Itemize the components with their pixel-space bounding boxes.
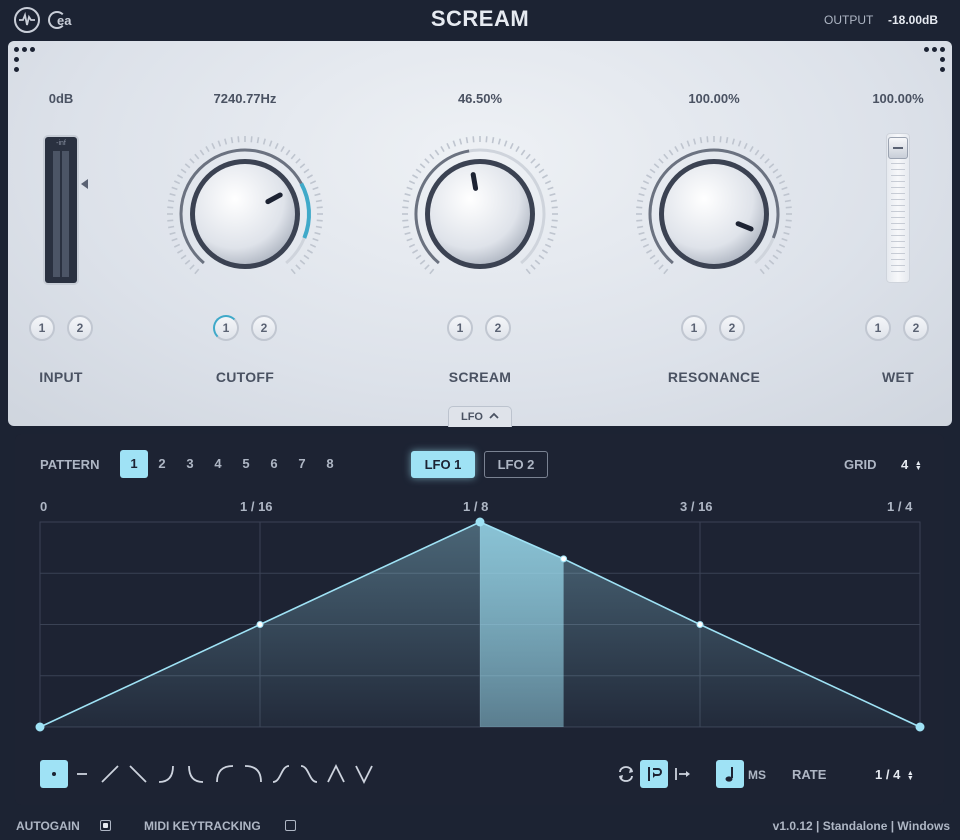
input-value: 0dB <box>48 91 74 106</box>
lfo-point[interactable] <box>475 517 485 527</box>
scream-value: 46.50% <box>457 91 503 106</box>
lfo-graph[interactable] <box>15 434 944 744</box>
knob-cap <box>664 164 764 264</box>
cutoff-value: 7240.77Hz <box>213 91 277 106</box>
resonance-lfo-assign: 1 2 <box>681 315 761 341</box>
input-label: INPUT <box>39 369 83 385</box>
midi-keytracking-checkbox[interactable] <box>285 820 296 831</box>
lfo-point[interactable] <box>915 722 925 732</box>
lfo-point[interactable] <box>35 722 45 732</box>
shape-point-icon[interactable] <box>40 760 68 788</box>
knob-pointer <box>470 172 479 191</box>
ms-toggle[interactable]: MS <box>748 768 766 782</box>
autogain-label: AUTOGAIN <box>16 819 80 833</box>
autogain-checkbox[interactable] <box>100 820 111 831</box>
chevron-up-icon <box>489 407 499 427</box>
shape-curve-up-1-icon[interactable] <box>153 760 181 788</box>
cutoff-knob[interactable] <box>165 134 325 294</box>
one-shot-mode-icon[interactable] <box>668 760 696 788</box>
corner-dots-icon <box>924 47 946 81</box>
scream-lfo1-button[interactable]: 1 <box>447 315 473 341</box>
resonance-lfo1-button[interactable]: 1 <box>681 315 707 341</box>
scream-lfo2-button[interactable]: 2 <box>485 315 511 341</box>
shape-triangle-up-icon[interactable] <box>322 760 350 788</box>
shape-flat-icon[interactable] <box>68 760 96 788</box>
up-down-arrows-icon: ▲ ▼ <box>906 769 914 782</box>
scream-knob[interactable] <box>400 134 560 294</box>
cutoff-lfo1-button[interactable]: 1 <box>213 315 239 341</box>
corner-dots-icon <box>14 47 36 81</box>
shape-s-curve-up-icon[interactable] <box>267 760 295 788</box>
knob-mod-arc <box>299 182 311 239</box>
knob-cap <box>195 164 295 264</box>
lfo-tab-label: LFO <box>460 411 483 423</box>
main-controls-panel: 0dB -inf 1 2 INPUT 7240.77Hz 1 2 CUTOFF … <box>8 41 952 426</box>
resonance-label: RESONANCE <box>667 369 761 385</box>
shape-ramp-down-icon[interactable] <box>124 760 152 788</box>
rate-value: 1 / 4 <box>875 767 901 782</box>
input-meter[interactable]: -inf <box>45 137 77 283</box>
shape-curve-up-2-icon[interactable] <box>181 760 209 788</box>
output-label: OUTPUT <box>824 13 874 27</box>
rate-selector[interactable]: 1 / 4 ▲ ▼ <box>875 767 914 782</box>
lfo-toggle-tab[interactable]: LFO <box>448 406 512 427</box>
knob-cap <box>430 164 530 264</box>
lfo-panel: PATTERN 1 2 3 4 5 6 7 8 LFO 1 LFO 2 GRID… <box>15 434 944 805</box>
input-lfo1-button[interactable]: 1 <box>29 315 55 341</box>
output-value[interactable]: -18.00dB <box>888 13 938 27</box>
shape-s-curve-down-icon[interactable] <box>295 760 323 788</box>
resonance-knob[interactable] <box>634 134 794 294</box>
wet-lfo1-button[interactable]: 1 <box>865 315 891 341</box>
rate-label: RATE <box>792 767 827 782</box>
resonance-value: 100.00% <box>688 91 740 106</box>
wet-slider-thumb[interactable] <box>888 137 908 159</box>
shape-ramp-up-icon[interactable] <box>96 760 124 788</box>
wet-value: 100.00% <box>872 91 924 106</box>
wet-label: WET <box>881 369 914 385</box>
cutoff-label: CUTOFF <box>215 369 275 385</box>
lfo-point[interactable] <box>256 621 264 628</box>
input-lfo2-button[interactable]: 2 <box>67 315 93 341</box>
shape-curve-down-2-icon[interactable] <box>239 760 267 788</box>
scream-label: SCREAM <box>448 369 512 385</box>
sync-note-icon[interactable] <box>716 760 744 788</box>
version-info: v1.0.12 | Standalone | Windows <box>772 819 950 833</box>
input-gain-arrow-icon[interactable] <box>81 179 88 189</box>
wet-lfo-assign: 1 2 <box>865 315 945 341</box>
meter-bar-right <box>62 151 69 277</box>
resonance-lfo2-button[interactable]: 2 <box>719 315 745 341</box>
lfo-point[interactable] <box>560 555 568 563</box>
retrigger-mode-icon[interactable] <box>640 760 668 788</box>
app-title: SCREAM <box>430 6 530 31</box>
footer-bar: AUTOGAIN MIDI KEYTRACKING v1.0.12 | Stan… <box>0 812 960 840</box>
wet-slider-ticks <box>891 163 905 275</box>
header-bar: ea SCREAM OUTPUT -18.00dB <box>0 0 960 40</box>
shape-curve-down-1-icon[interactable] <box>211 760 239 788</box>
meter-bar-left <box>53 151 60 277</box>
wet-lfo2-button[interactable]: 2 <box>903 315 929 341</box>
input-lfo-assign: 1 2 <box>29 315 109 341</box>
cutoff-lfo2-button[interactable]: 2 <box>251 315 277 341</box>
cutoff-lfo-assign: 1 2 <box>213 315 293 341</box>
scream-lfo-assign: 1 2 <box>447 315 527 341</box>
meter-scale-label: -inf <box>56 140 66 147</box>
lfo-point[interactable] <box>696 621 704 628</box>
shape-triangle-down-icon[interactable] <box>350 760 378 788</box>
midi-keytracking-label: MIDI KEYTRACKING <box>144 819 261 833</box>
loop-mode-icon[interactable] <box>612 760 640 788</box>
